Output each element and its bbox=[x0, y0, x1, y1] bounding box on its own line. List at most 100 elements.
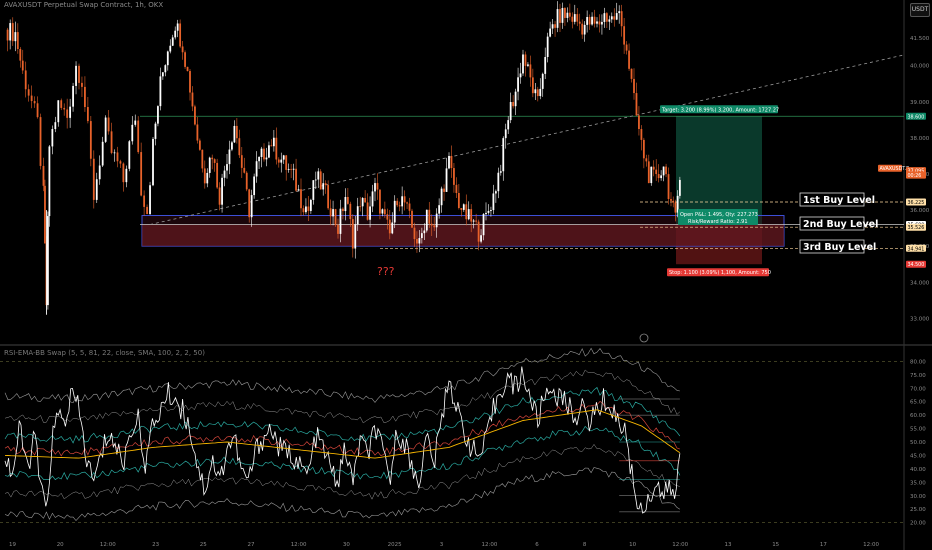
candle-body bbox=[243, 167, 246, 173]
time-tick-label: 3 bbox=[440, 542, 444, 548]
candle-body bbox=[137, 120, 140, 153]
candle-body bbox=[300, 189, 302, 209]
candle-body bbox=[443, 188, 445, 192]
candle-body bbox=[472, 220, 475, 222]
time-tick-label: 15 bbox=[772, 542, 779, 548]
candle-body bbox=[226, 164, 228, 171]
candle-body bbox=[44, 185, 46, 244]
candle-body bbox=[24, 70, 27, 90]
candle-body bbox=[206, 172, 209, 184]
indicator-tick-label: 50.00 bbox=[910, 440, 926, 446]
candle-body bbox=[561, 7, 564, 23]
candle-body bbox=[346, 196, 349, 204]
band-mid-lower bbox=[4, 443, 680, 500]
candle-body bbox=[107, 117, 110, 132]
candle-body bbox=[499, 171, 502, 173]
candle-body bbox=[494, 191, 497, 194]
candle-body bbox=[218, 187, 221, 205]
candle-body bbox=[238, 138, 241, 156]
candle-body bbox=[344, 196, 347, 212]
candle-body bbox=[354, 224, 357, 249]
candle-body bbox=[189, 71, 191, 93]
candle-body bbox=[453, 168, 455, 185]
candle-body bbox=[386, 214, 389, 220]
candle-body bbox=[324, 183, 327, 186]
candle-body bbox=[21, 60, 24, 71]
candle-body bbox=[39, 117, 42, 166]
time-tick-label: 8 bbox=[583, 542, 587, 548]
chart-canvas[interactable]: 40.00039.00038.00037.00036.00035.00034.0… bbox=[0, 0, 932, 550]
candle-body bbox=[250, 195, 253, 218]
candle-body bbox=[51, 129, 54, 147]
candle-body bbox=[280, 159, 283, 163]
candle-body bbox=[480, 235, 482, 242]
candle-body bbox=[36, 103, 39, 118]
candle-body bbox=[272, 137, 275, 147]
candle-body bbox=[6, 29, 9, 41]
candle-body bbox=[181, 46, 184, 53]
candle-body bbox=[287, 168, 290, 170]
time-axis: 19 20 12:00 23 25 27 12:00 30 2025 3 12:00 6 8 10 12:0… bbox=[9, 542, 879, 548]
candle-body bbox=[42, 165, 45, 186]
candle-body bbox=[420, 233, 423, 239]
candle-body bbox=[470, 209, 473, 222]
buy-level-2-label: 2nd Buy Level bbox=[803, 219, 878, 230]
candle-body bbox=[179, 23, 182, 47]
candle-body bbox=[497, 172, 500, 192]
time-tick-label: 20 bbox=[57, 542, 64, 548]
candle-body bbox=[134, 120, 137, 125]
candle-body bbox=[411, 210, 413, 228]
buy-level-3-label: 3rd Buy Level bbox=[803, 242, 876, 253]
candle-body bbox=[485, 212, 487, 215]
candle-body bbox=[125, 168, 128, 183]
candle-body bbox=[529, 64, 532, 78]
candle-body bbox=[568, 12, 571, 17]
candle-body bbox=[122, 163, 125, 183]
candle-body bbox=[258, 156, 260, 162]
candle-body bbox=[231, 142, 233, 150]
candle-body bbox=[593, 16, 596, 24]
time-tick-label: 17 bbox=[820, 542, 827, 548]
candle-body bbox=[253, 176, 256, 196]
indicator-tick-label: 65.00 bbox=[910, 400, 926, 406]
candle-body bbox=[186, 66, 189, 72]
candle-body bbox=[176, 23, 179, 31]
candle-body bbox=[536, 89, 539, 97]
candle-body bbox=[645, 158, 648, 162]
candle-body bbox=[285, 155, 288, 170]
candle-body bbox=[113, 152, 116, 154]
time-tick-label: 27 bbox=[248, 542, 255, 548]
candle-body bbox=[211, 157, 214, 160]
candle-body bbox=[487, 210, 490, 213]
candle-body bbox=[467, 209, 470, 220]
candle-body bbox=[277, 159, 280, 163]
candle-body bbox=[312, 180, 315, 200]
candle-body bbox=[47, 216, 49, 306]
candle-body bbox=[539, 88, 542, 97]
candle-body bbox=[416, 239, 418, 244]
time-tick-label: 12:00 bbox=[482, 542, 498, 548]
candle-body bbox=[265, 157, 268, 160]
candle-body bbox=[104, 117, 107, 142]
candle-body bbox=[143, 195, 146, 207]
buy-zone-lower bbox=[142, 224, 784, 247]
candle-body bbox=[549, 28, 552, 37]
candle-body bbox=[630, 68, 633, 79]
candle-body bbox=[131, 124, 134, 142]
time-tick-label: 19 bbox=[9, 542, 16, 548]
candle-body bbox=[512, 102, 515, 107]
candle-body bbox=[366, 202, 369, 220]
price-badge-label: 34.500 bbox=[908, 262, 925, 268]
indicator-tick-label: 25.00 bbox=[910, 507, 926, 513]
candle-body bbox=[605, 13, 608, 22]
indicator-tick-label: 70.00 bbox=[910, 386, 926, 392]
indicator-tick-label: 80.00 bbox=[910, 359, 926, 365]
candle-body bbox=[9, 23, 12, 41]
candle-body bbox=[161, 72, 164, 77]
candle-body bbox=[223, 170, 226, 178]
candle-body bbox=[665, 166, 667, 175]
candle-body bbox=[339, 208, 342, 234]
candle-body bbox=[356, 206, 359, 225]
candle-body bbox=[89, 121, 92, 159]
candle-body bbox=[48, 146, 51, 217]
